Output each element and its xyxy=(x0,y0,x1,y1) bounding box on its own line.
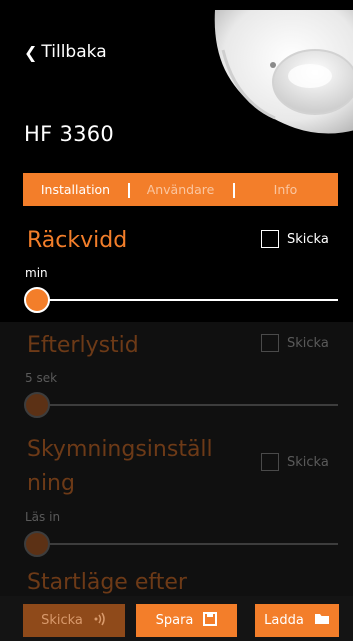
setting-title: Räckvidd xyxy=(27,228,128,253)
setting-value: 5 sek xyxy=(25,371,58,385)
send-button-label: Skicka xyxy=(41,613,83,628)
tab-bar: Installation Användare Info xyxy=(23,173,338,206)
send-label: Skicka xyxy=(287,335,329,351)
setting-value: Läs in xyxy=(25,510,61,524)
checkbox-icon xyxy=(261,453,279,471)
chevron-left-icon: ❮ xyxy=(24,42,38,62)
slider-thumb[interactable] xyxy=(24,531,50,557)
setting-title: Startläge efter xyxy=(27,570,187,595)
save-button-label: Spara xyxy=(155,613,194,628)
checkbox-icon xyxy=(261,230,279,248)
slider-thumb[interactable] xyxy=(24,392,50,418)
send-checkbox[interactable]: Skicka xyxy=(261,453,329,471)
header: ❮ Tillbaka HF 3360 xyxy=(0,0,353,170)
setting-title-cont: ning xyxy=(27,471,75,496)
signal-icon xyxy=(93,612,107,630)
tab-info[interactable]: Info xyxy=(233,182,338,198)
back-label: Tillbaka xyxy=(41,42,107,62)
setting-title: Skymningsinställ xyxy=(27,437,213,462)
setting-value: min xyxy=(25,266,48,280)
tab-anvandare[interactable]: Användare xyxy=(128,182,233,198)
send-label: Skicka xyxy=(287,454,329,470)
slider-track[interactable] xyxy=(35,543,338,545)
checkbox-icon xyxy=(261,334,279,352)
setting-title: Efterlystid xyxy=(27,333,139,358)
slider-track[interactable] xyxy=(35,404,338,406)
send-checkbox[interactable]: Skicka xyxy=(261,230,329,248)
folder-icon xyxy=(314,612,330,629)
load-button[interactable]: Ladda xyxy=(255,604,339,637)
send-button[interactable]: Skicka xyxy=(23,604,125,637)
back-button[interactable]: ❮ Tillbaka xyxy=(24,42,107,62)
product-image xyxy=(205,10,353,140)
page-title: HF 3360 xyxy=(24,122,115,146)
slider-track[interactable] xyxy=(35,299,338,301)
tab-installation[interactable]: Installation xyxy=(23,182,128,197)
send-checkbox[interactable]: Skicka xyxy=(261,334,329,352)
send-label: Skicka xyxy=(287,231,329,247)
save-button[interactable]: Spara xyxy=(136,604,237,637)
floppy-icon xyxy=(203,611,218,630)
load-button-label: Ladda xyxy=(264,613,304,628)
slider-thumb[interactable] xyxy=(24,287,50,313)
